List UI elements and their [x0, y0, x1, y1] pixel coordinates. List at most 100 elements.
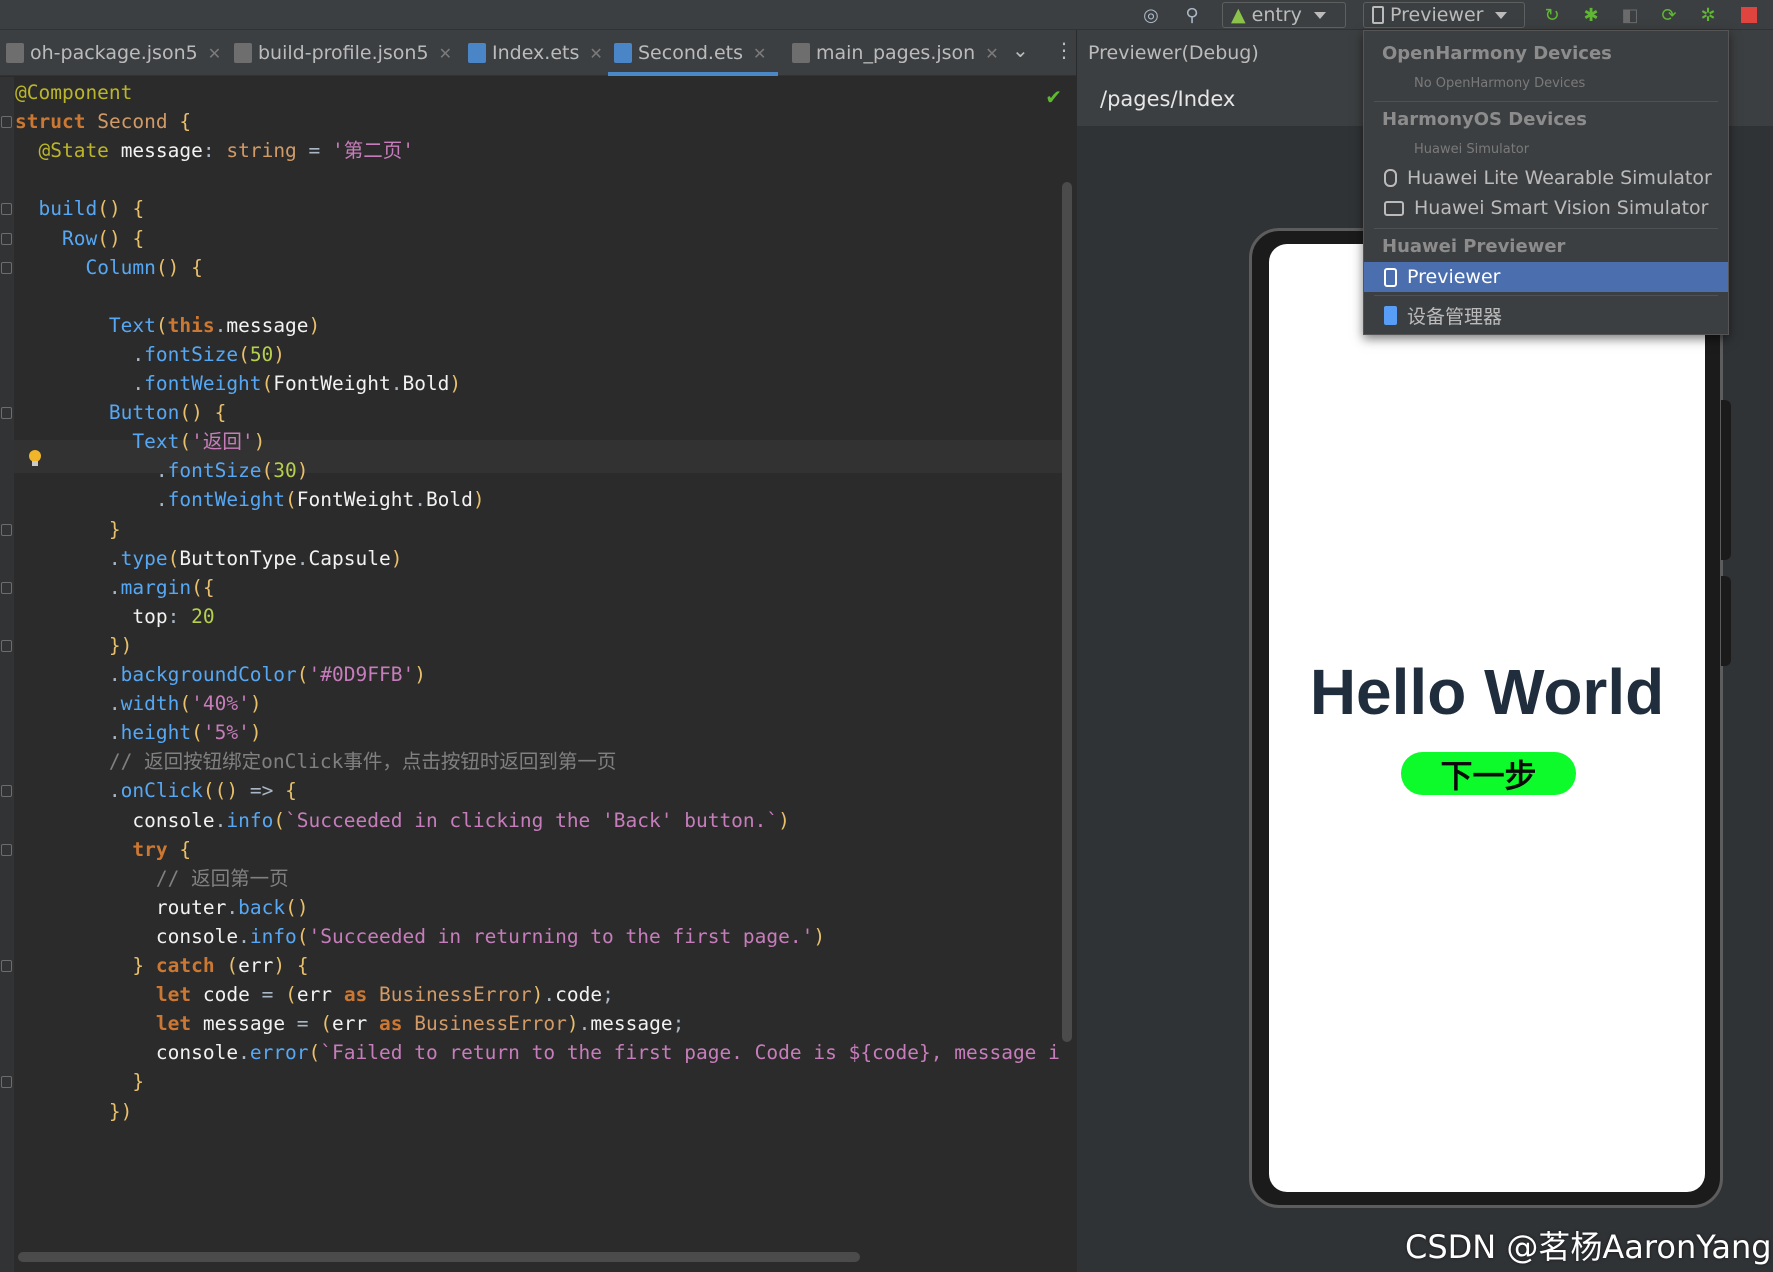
- fold-marker-icon[interactable]: [1, 960, 12, 972]
- tab-list-chevron-icon[interactable]: ⌄: [1012, 38, 1029, 62]
- device-select[interactable]: Previewer: [1363, 2, 1525, 28]
- next-step-button[interactable]: 下一步: [1401, 752, 1576, 795]
- close-icon[interactable]: ✕: [753, 44, 766, 63]
- code-line: .width('40%'): [15, 692, 262, 716]
- device-item-previewer[interactable]: Previewer: [1364, 262, 1728, 292]
- target-icon[interactable]: ◎: [1140, 4, 1162, 26]
- json-file-icon: [792, 43, 810, 63]
- horizontal-scrollbar[interactable]: [18, 1252, 860, 1262]
- code-editor[interactable]: ✔ @Component struct Second { @State messa…: [0, 77, 1076, 1272]
- fold-marker-icon[interactable]: [1, 407, 12, 420]
- close-icon[interactable]: ✕: [439, 44, 452, 63]
- phone-side-button: [1721, 576, 1731, 666]
- fold-marker-icon[interactable]: [1, 581, 12, 594]
- code-line: } catch (err) {: [132, 954, 309, 977]
- module-icon: ▲: [1231, 4, 1246, 26]
- device-dropdown: OpenHarmony Devices No OpenHarmony Devic…: [1363, 30, 1729, 335]
- close-icon[interactable]: ✕: [589, 44, 602, 63]
- code-line: }: [108, 517, 121, 541]
- tab-label: Second.ets: [638, 42, 744, 64]
- device-item-smart-vision[interactable]: Huawei Smart Vision Simulator: [1364, 193, 1728, 223]
- stop-icon[interactable]: [1738, 4, 1760, 26]
- code-line: console.info(`Succeeded in clicking the …: [132, 808, 790, 832]
- code-line: router.back(): [155, 895, 309, 919]
- tab-build-profile[interactable]: build-profile.json5 ✕: [228, 30, 452, 76]
- code-line: let message = (err as BusinessError).mes…: [155, 1012, 685, 1036]
- divider: [1374, 295, 1718, 296]
- device-item-lite-wearable[interactable]: Huawei Lite Wearable Simulator: [1364, 163, 1728, 193]
- code-line: Button() {: [108, 401, 227, 425]
- code-line: }: [132, 1070, 145, 1094]
- code-line: .height('5%'): [15, 721, 262, 745]
- code-line: @Component: [15, 81, 133, 104]
- vertical-scrollbar[interactable]: [1062, 182, 1072, 1042]
- code-line: .backgroundColor('#0D9FFB'): [15, 663, 426, 686]
- device-manager-icon: [1384, 305, 1397, 325]
- code-line: // 返回按钮绑定onClick事件，点击按钮时返回到第一页: [108, 750, 617, 774]
- ets-file-icon: [614, 43, 632, 63]
- code-line: struct Second {: [15, 110, 192, 134]
- divider: [1374, 101, 1718, 102]
- code-line: }): [108, 1099, 133, 1123]
- json-file-icon: [234, 43, 252, 63]
- code-line: .onClick(() => {: [15, 779, 297, 803]
- fold-marker-icon[interactable]: [1, 843, 12, 856]
- editor-tabs: oh-package.json5 ✕ build-profile.json5 ✕…: [0, 30, 1076, 76]
- fold-marker-icon[interactable]: [1, 203, 12, 216]
- divider: [1374, 228, 1718, 229]
- debug-icon[interactable]: ✱: [1580, 4, 1602, 26]
- tab-second-ets[interactable]: Second.ets ✕: [608, 30, 778, 76]
- fold-marker-icon[interactable]: [1, 261, 12, 274]
- fold-marker-icon[interactable]: [1, 232, 12, 245]
- attach-debugger-icon[interactable]: ◧: [1619, 4, 1641, 26]
- code-line: .fontSize(30): [15, 459, 309, 483]
- phone-icon: [1384, 267, 1397, 287]
- code-line: Column() {: [85, 255, 203, 279]
- phone-side-button: [1721, 400, 1731, 560]
- json-file-icon: [6, 43, 24, 63]
- code-line: top: 20: [132, 604, 215, 628]
- fold-marker-icon[interactable]: [1, 1076, 12, 1089]
- tab-index-ets[interactable]: Index.ets ✕: [462, 30, 603, 76]
- rerun-icon[interactable]: ⟳: [1658, 4, 1680, 26]
- watermark: CSDN @茗杨AaronYang: [1405, 1228, 1772, 1266]
- code-line: }): [108, 633, 133, 657]
- code-line: console.info('Succeeded in returning to …: [155, 924, 826, 948]
- code-line: console.error(`Failed to return to the f…: [155, 1041, 1060, 1065]
- close-icon[interactable]: ✕: [208, 44, 221, 63]
- editor-gutter: [0, 77, 14, 1272]
- run-icon[interactable]: ↻: [1541, 4, 1563, 26]
- close-icon[interactable]: ✕: [985, 44, 998, 63]
- group-header-openharmony: OpenHarmony Devices: [1382, 43, 1612, 64]
- tab-oh-package[interactable]: oh-package.json5 ✕: [0, 30, 221, 76]
- fold-marker-icon[interactable]: [1, 639, 12, 652]
- previewer-page-path: /pages/Index: [1100, 87, 1236, 111]
- module-select-label: entry: [1251, 4, 1302, 26]
- fold-marker-icon[interactable]: [1, 785, 12, 798]
- code-line: .margin({: [15, 575, 215, 599]
- code-line: let code = (err as BusinessError).code;: [155, 983, 614, 1007]
- fold-marker-icon[interactable]: [1, 116, 12, 129]
- chevron-down-icon: [1313, 11, 1326, 19]
- hello-world-text: Hello World: [1309, 656, 1665, 728]
- group-header-harmonyos: HarmonyOS Devices: [1382, 109, 1587, 130]
- device-manager-label: 设备管理器: [1407, 305, 1503, 328]
- main-toolbar: ◎ ⚲ ▲ entry Previewer ↻ ✱ ◧ ⟳ ✲: [0, 0, 1773, 30]
- tab-main-pages[interactable]: main_pages.json ✕: [786, 30, 999, 76]
- code-line: Text(this.message): [108, 313, 321, 337]
- tab-label: main_pages.json: [816, 42, 976, 64]
- watch-icon: [1384, 169, 1397, 187]
- plug-icon[interactable]: ⚲: [1181, 4, 1203, 26]
- tab-label: Index.ets: [492, 42, 580, 64]
- fold-marker-icon[interactable]: [1, 523, 12, 536]
- code-line: .type(ButtonType.Capsule): [15, 546, 403, 570]
- device-item-label: Huawei Smart Vision Simulator: [1414, 197, 1709, 219]
- module-select[interactable]: ▲ entry: [1222, 2, 1346, 28]
- code-line: Row() {: [61, 226, 145, 250]
- code-line: Text('返回'): [132, 430, 266, 454]
- group-header-huawei-previewer: Huawei Previewer: [1382, 236, 1566, 257]
- apply-changes-icon[interactable]: ✲: [1697, 4, 1719, 26]
- device-manager-item[interactable]: 设备管理器: [1364, 300, 1728, 330]
- more-options-icon[interactable]: ⋮: [1054, 38, 1074, 62]
- code-line: try {: [132, 837, 192, 861]
